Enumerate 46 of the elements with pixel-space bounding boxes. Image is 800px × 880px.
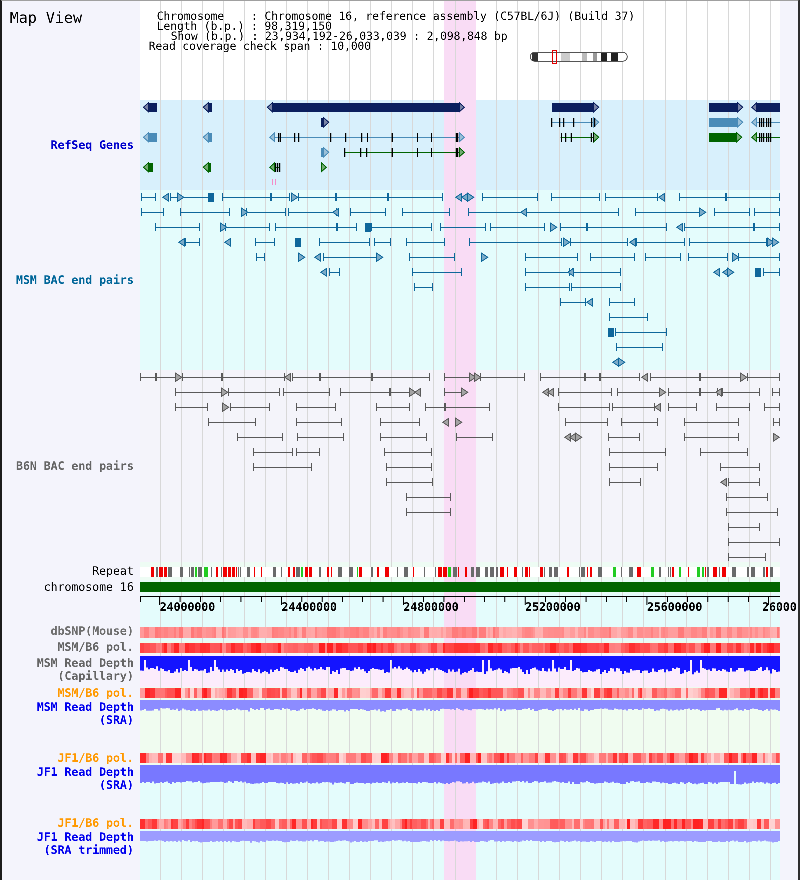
info-text: Read coverage check span : 10,000: [149, 42, 372, 52]
axis-label: 26000: [762, 601, 797, 614]
gene-model: [321, 162, 328, 174]
info-text: Show (b.p.) : 23,934,192-26,033,039 : 2,098,848 bp: [171, 32, 508, 42]
gene-model: [142, 162, 154, 174]
track-label: MSM Read Depth (Capillary): [36, 657, 134, 683]
axis-label: 24400000: [282, 601, 338, 614]
track-label: Repeat: [92, 564, 134, 578]
track-label: JF1 Read Depth (SRA trimmed): [36, 831, 134, 857]
gene-model: [751, 102, 780, 114]
axis-label: 25200000: [525, 601, 581, 614]
gene-model: [709, 116, 744, 128]
track-label: RefSeq Genes: [50, 138, 134, 152]
info-text: Chromosome : Chromosome 16, reference assembly (C57BL/6J) (Build 37): [157, 12, 636, 22]
gene-model: [142, 132, 157, 144]
gene-model: [321, 116, 330, 128]
region-marker: [552, 50, 557, 64]
track-label: JF1 Read Depth (SRA): [36, 766, 134, 792]
track-label: JF1/B6 pol.: [58, 817, 134, 830]
gene-model: [751, 116, 780, 128]
track-label: MSM/B6 pol.: [58, 641, 134, 654]
track-label: MSM Read Depth (SRA): [36, 701, 134, 727]
gene-model: [142, 102, 157, 114]
track-label: MSM/B6 pol.: [58, 687, 134, 700]
gene-model: [751, 132, 780, 144]
gene-model: [321, 146, 330, 158]
track-label: dbSNP(Mouse): [50, 625, 134, 638]
gene-model: [202, 102, 212, 114]
gene-model: [709, 102, 744, 114]
axis-label: 25600000: [647, 601, 703, 614]
gene-model: [202, 132, 212, 144]
gene-model: [560, 132, 600, 144]
gene-model: [551, 116, 600, 128]
track-label: JF1/B6 pol.: [58, 752, 134, 765]
gene-model: [202, 162, 211, 174]
axis-label: 24000000: [160, 601, 216, 614]
view-title: Map View: [10, 9, 82, 27]
axis-label: 24800000: [404, 601, 459, 614]
gene-model: [552, 102, 600, 114]
track-label: MSM BAC end pairs: [16, 274, 134, 286]
feature-mark: [272, 179, 276, 186]
gene-model: [269, 162, 281, 174]
track-label: B6N BAC end pairs: [16, 460, 134, 472]
gene-model: [709, 132, 743, 144]
track-label: chromosome 16: [44, 580, 134, 594]
info-text: Length (b.p.) : 98,319,150: [157, 22, 332, 32]
